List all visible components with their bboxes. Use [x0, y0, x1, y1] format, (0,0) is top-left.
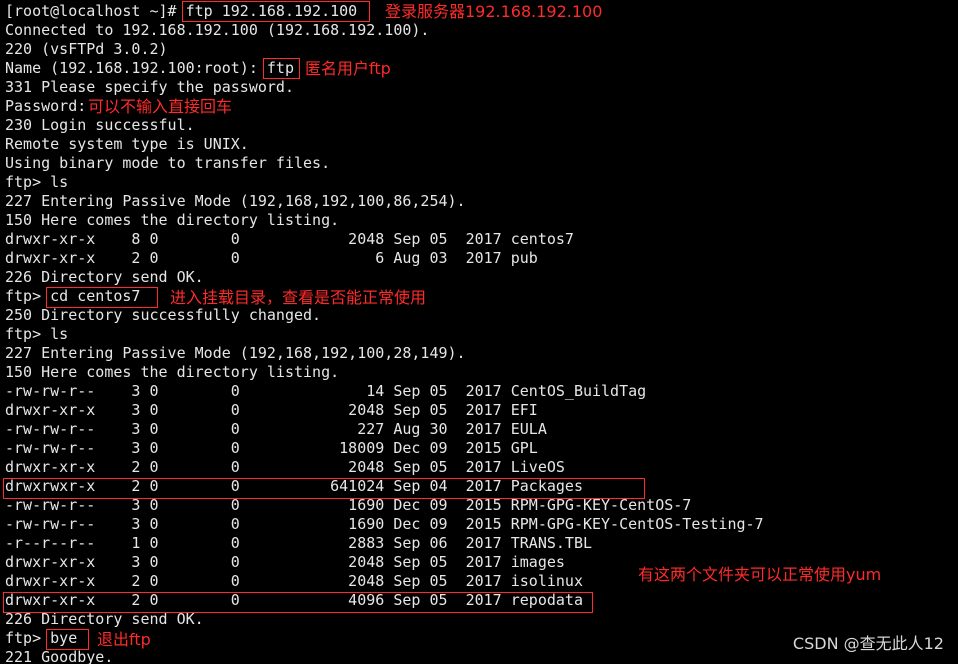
- terminal-line: 150 Here comes the directory listing.: [5, 211, 340, 229]
- annotation-yum-folders: 有这两个文件夹可以正常使用yum: [638, 565, 882, 584]
- terminal-line: drwxr-xr-x 3 0 0 2048 Sep 05 2017 images: [5, 553, 565, 571]
- terminal-line: drwxr-xr-x 2 0 0 2048 Sep 05 2017 LiveOS: [5, 458, 565, 476]
- terminal-line: ftp> ls: [5, 173, 69, 191]
- terminal-line: 331 Please specify the password.: [5, 78, 294, 96]
- terminal-line: Name (192.168.192.100:root): ftp: [5, 59, 294, 77]
- watermark: CSDN @查无此人12: [792, 634, 944, 653]
- highlight-ftp-command: [182, 1, 370, 22]
- annotation-anon-user: 匿名用户ftp: [305, 59, 391, 78]
- terminal-line: Password:: [5, 97, 87, 115]
- highlight-repodata-row: [3, 592, 593, 613]
- terminal-line: drwxr-xr-x 2 0 0 6 Aug 03 2017 pub: [5, 249, 538, 267]
- terminal-line: drwxr-xr-x 2 0 0 2048 Sep 05 2017 isolin…: [5, 572, 583, 590]
- highlight-cd-command: [46, 287, 158, 308]
- terminal-line: -r--r--r-- 1 0 0 2883 Sep 06 2017 TRANS.…: [5, 534, 592, 552]
- annotation-no-password: 可以不输入直接回车: [88, 97, 233, 116]
- terminal-line: -rw-rw-r-- 3 0 0 14 Sep 05 2017 CentOS_B…: [5, 382, 647, 400]
- terminal-line: 220 (vsFTPd 3.0.2): [5, 40, 168, 58]
- terminal-line: ftp> ls: [5, 325, 69, 343]
- highlight-bye-command: [46, 629, 89, 650]
- terminal-line: Connected to 192.168.192.100 (192.168.19…: [5, 21, 430, 39]
- annotation-cd-mount: 进入挂载目录，查看是否能正常使用: [170, 288, 427, 307]
- terminal-line: 226 Directory send OK.: [5, 268, 204, 286]
- highlight-username: [263, 58, 300, 79]
- annotation-login: 登录服务器192.168.192.100: [385, 2, 603, 21]
- terminal-line: -rw-rw-r-- 3 0 0 227 Aug 30 2017 EULA: [5, 420, 547, 438]
- terminal-line: drwxr-xr-x 3 0 0 2048 Sep 05 2017 EFI: [5, 401, 538, 419]
- highlight-packages-row: [3, 478, 645, 499]
- terminal-line: -rw-rw-r-- 3 0 0 1690 Dec 09 2015 RPM-GP…: [5, 515, 764, 533]
- terminal-line: drwxr-xr-x 8 0 0 2048 Sep 05 2017 centos…: [5, 230, 574, 248]
- terminal-line: 227 Entering Passive Mode (192,168,192,1…: [5, 344, 466, 362]
- terminal-line: 230 Login successful.: [5, 116, 195, 134]
- terminal-line: 150 Here comes the directory listing.: [5, 363, 340, 381]
- terminal-line: 227 Entering Passive Mode (192,168,192,1…: [5, 192, 466, 210]
- annotation-exit: 退出ftp: [97, 630, 151, 649]
- terminal-window[interactable]: [root@localhost ~]# ftp 192.168.192.100 …: [0, 0, 958, 664]
- terminal-line: Using binary mode to transfer files.: [5, 154, 331, 172]
- terminal-line: Remote system type is UNIX.: [5, 135, 249, 153]
- terminal-line: 221 Goodbye.: [5, 648, 114, 664]
- terminal-line: -rw-rw-r-- 3 0 0 18009 Dec 09 2015 GPL: [5, 439, 538, 457]
- terminal-line: 250 Directory successfully changed.: [5, 306, 322, 324]
